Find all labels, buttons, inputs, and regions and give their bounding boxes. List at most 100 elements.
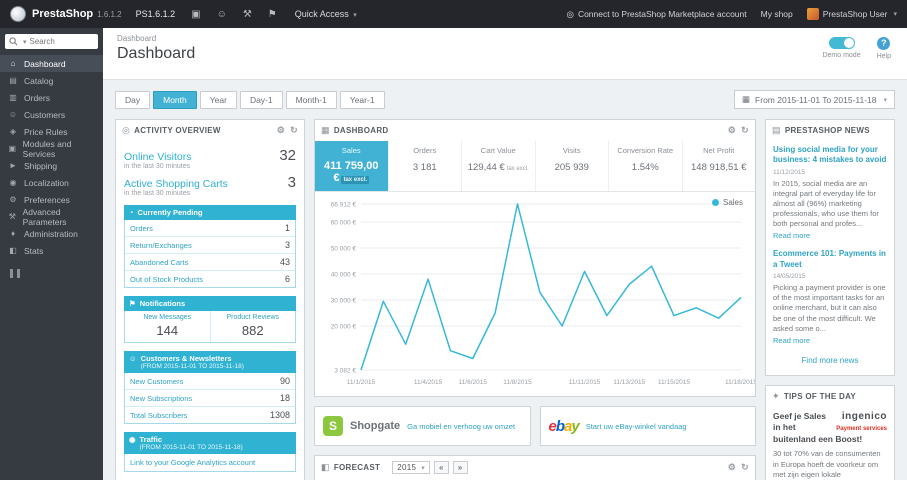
currently-pending-header[interactable]: ◔ Currently Pending bbox=[124, 205, 296, 220]
sidebar-search[interactable]: ▾ bbox=[5, 34, 98, 49]
sidebar-item-administration[interactable]: ♦ Administration bbox=[0, 225, 103, 242]
help-button[interactable]: ? Help bbox=[877, 37, 891, 60]
sales-chart-area: Sales 66 912 € 60 000 € 50 000 € 40 000 € 30… bbox=[315, 192, 758, 396]
gear-icon[interactable]: ⚙ bbox=[728, 462, 736, 473]
ebay-module-panel[interactable]: ebay Start uw eBay-winkel vandaag bbox=[539, 406, 756, 446]
range-month-1-button[interactable]: Month-1 bbox=[285, 90, 337, 109]
new-messages-cell[interactable]: New Messages 144 bbox=[125, 311, 210, 342]
search-icon bbox=[9, 37, 18, 46]
sidebar-item-catalog[interactable]: ▤ Catalog bbox=[0, 72, 103, 89]
help-icon: ? bbox=[877, 37, 891, 50]
traffic-icon: ◉ bbox=[129, 435, 136, 444]
shop-name[interactable]: PS1.6.1.2 bbox=[136, 9, 176, 19]
news-icon: ▤ bbox=[772, 125, 781, 135]
new-customers-row[interactable]: New Customers 90 bbox=[125, 373, 295, 390]
demo-mode-toggle[interactable]: Demo mode bbox=[822, 37, 861, 60]
customers-newsletters-header[interactable]: ☺ Customers & Newsletters (FROM 2015-11-… bbox=[124, 351, 296, 373]
read-more-link[interactable]: Read more bbox=[773, 231, 887, 240]
gear-icon[interactable]: ⚙ bbox=[277, 125, 285, 136]
brand-name: PrestaShop bbox=[32, 8, 94, 20]
breadcrumb[interactable]: Dashboard bbox=[117, 34, 893, 43]
kpi-sales[interactable]: Sales 411 759,00 € tax excl. bbox=[315, 141, 388, 191]
online-visitors-metric[interactable]: Online Visitors 32 bbox=[124, 147, 296, 164]
refresh-icon[interactable]: ↻ bbox=[741, 125, 749, 136]
sidebar-item-modules[interactable]: ▣ Modules and Services bbox=[0, 139, 103, 159]
marketplace-link[interactable]: ◎ Connect to PrestaShop Marketplace acco… bbox=[567, 9, 747, 20]
sales-line-chart[interactable]: 66 912 € 60 000 € 50 000 € 40 000 € 30 000 €… bbox=[315, 194, 758, 394]
year-select[interactable]: 2015 ▾ bbox=[392, 461, 431, 474]
main-area: Dashboard Dashboard Demo mode ? Help Day… bbox=[103, 28, 907, 480]
out-of-stock-row[interactable]: Out of Stock Products 6 bbox=[125, 271, 295, 287]
prev-year-button[interactable]: « bbox=[434, 461, 449, 474]
kpi-net-profit[interactable]: Net Profit 148 918,51 € bbox=[681, 141, 756, 191]
news-article-title[interactable]: Using social media for your business: 4 … bbox=[773, 145, 887, 166]
total-subscribers-row[interactable]: Total Subscribers 1308 bbox=[125, 407, 295, 423]
chart-legend[interactable]: Sales bbox=[711, 198, 743, 207]
flag-icon[interactable]: ⚑ bbox=[268, 9, 277, 20]
sidebar-item-label: Customers bbox=[24, 109, 66, 120]
dashboard-panel: ▦ Dashboard ⚙ ↻ Sales 411 759,00 € tax ex… bbox=[314, 119, 758, 397]
range-month-button[interactable]: Month bbox=[153, 90, 197, 109]
section-subtitle: (FROM 2015-11-01 TO 2015-11-18) bbox=[140, 363, 244, 370]
kpi-conversion-rate[interactable]: Conversion Rate 1.54% bbox=[608, 141, 682, 191]
range-day-1-button[interactable]: Day-1 bbox=[239, 90, 283, 109]
pending-returns-row[interactable]: Return/Exchanges 3 bbox=[125, 237, 295, 254]
kpi-orders[interactable]: Orders 3 181 bbox=[387, 141, 462, 191]
gear-icon[interactable]: ⚙ bbox=[728, 125, 736, 136]
row-value: 90 bbox=[279, 376, 290, 386]
abandoned-carts-row[interactable]: Abandoned Carts 43 bbox=[125, 254, 295, 271]
sidebar-item-label: Shipping bbox=[24, 160, 58, 171]
traffic-header[interactable]: ◉ Traffic (FROM 2015-11-01 TO 2015-11-18… bbox=[124, 432, 296, 454]
cart-icon[interactable]: ▣ bbox=[191, 9, 200, 20]
sidebar-item-localization[interactable]: ◉ Localization bbox=[0, 174, 103, 191]
refresh-icon[interactable]: ↻ bbox=[290, 125, 298, 136]
range-year-1-button[interactable]: Year-1 bbox=[339, 90, 385, 109]
forecast-icon: ◧ bbox=[321, 462, 330, 472]
svg-text:11/1/2015: 11/1/2015 bbox=[347, 379, 376, 386]
kpi-value: 148 918,51 € bbox=[691, 162, 747, 173]
sidebar-item-shipping[interactable]: ► Shipping bbox=[0, 157, 103, 174]
collapse-menu-icon[interactable] bbox=[10, 269, 20, 278]
product-reviews-cell[interactable]: Product Reviews 882 bbox=[209, 311, 296, 342]
google-analytics-link[interactable]: Link to your Google Analytics account bbox=[124, 454, 296, 472]
new-subscriptions-row[interactable]: New Subscriptions 18 bbox=[125, 390, 295, 407]
chevron-down-icon[interactable]: ▾ bbox=[23, 38, 27, 46]
news-article-title[interactable]: Ecommerce 101: Payments in a Tweet bbox=[773, 249, 887, 270]
profile-icon[interactable]: ☺ bbox=[217, 9, 227, 20]
quick-access-menu[interactable]: Quick Access ▾ bbox=[295, 9, 357, 19]
ebay-link[interactable]: Start uw eBay-winkel vandaag bbox=[586, 422, 687, 431]
pending-orders-row[interactable]: Orders 1 bbox=[125, 220, 295, 237]
sidebar-item-orders[interactable]: ▥ Orders bbox=[0, 89, 103, 106]
date-filter-toolbar: Day Month Year Day-1 Month-1 Year-1 ▦ Fr… bbox=[103, 80, 907, 109]
sidebar-item-preferences[interactable]: ⚙ Preferences bbox=[0, 191, 103, 208]
ebay-logo: ebay bbox=[548, 417, 580, 435]
ingenico-brand: ingenico bbox=[841, 410, 887, 422]
shopgate-module-panel[interactable]: S Shopgate Ga mobiel en verhoog uw omzet bbox=[314, 406, 531, 446]
sidebar-item-stats[interactable]: ◧ Stats bbox=[0, 242, 103, 259]
notifications-header[interactable]: ⚑ Notifications bbox=[124, 296, 296, 311]
my-shop-link[interactable]: My shop bbox=[761, 9, 793, 19]
sidebar-item-dashboard[interactable]: ⌂ Dashboard bbox=[0, 55, 103, 72]
online-visitors-value: 32 bbox=[279, 147, 296, 164]
sidebar-item-price-rules[interactable]: ◈ Price Rules bbox=[0, 123, 103, 140]
read-more-link[interactable]: Read more bbox=[773, 336, 887, 345]
next-year-button[interactable]: » bbox=[452, 461, 468, 474]
wrench-icon[interactable]: ⚒ bbox=[243, 9, 252, 20]
tax-note: tax excl. bbox=[341, 176, 370, 184]
refresh-icon[interactable]: ↻ bbox=[741, 462, 749, 473]
range-year-button[interactable]: Year bbox=[199, 90, 237, 109]
sidebar-item-advanced-parameters[interactable]: ⚒ Advanced Parameters bbox=[0, 207, 103, 227]
active-carts-metric[interactable]: Active Shopping Carts 3 bbox=[124, 174, 296, 191]
toggle-switch-icon[interactable] bbox=[828, 37, 855, 49]
date-range-picker[interactable]: ▦ From 2015-11-01 To 2015-11-18 ▾ bbox=[734, 90, 895, 109]
sidebar-item-customers[interactable]: ☺ Customers bbox=[0, 106, 103, 123]
user-menu[interactable]: PrestaShop User ▾ bbox=[806, 8, 897, 20]
range-day-button[interactable]: Day bbox=[115, 90, 151, 109]
gear-icon: ⚙ bbox=[9, 195, 17, 204]
search-input[interactable] bbox=[29, 37, 94, 46]
find-more-news-link[interactable]: Find more news bbox=[773, 354, 887, 368]
shopgate-link[interactable]: Ga mobiel en verhoog uw omzet bbox=[407, 422, 515, 431]
kpi-visits[interactable]: Visits 205 939 bbox=[534, 141, 609, 191]
svg-text:11/4/2015: 11/4/2015 bbox=[414, 379, 443, 386]
kpi-cart-value[interactable]: Cart Value 129,44 € tax excl. bbox=[461, 141, 535, 191]
